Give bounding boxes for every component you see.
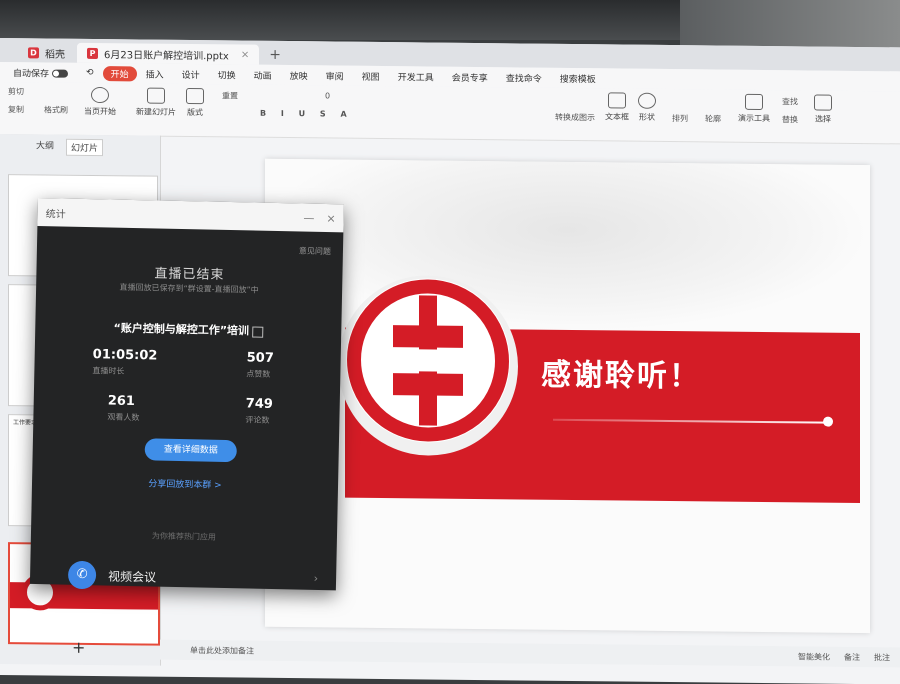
reset-button[interactable]: 重置 — [222, 90, 238, 101]
video-conference-label: 视频会议 — [107, 569, 157, 585]
template-search[interactable]: 搜索模板 — [551, 71, 605, 85]
menu-item-slideshow[interactable]: 放映 — [281, 68, 317, 82]
cursor-icon — [814, 94, 832, 111]
format-painter-button[interactable]: 格式刷 — [44, 104, 68, 115]
dialog-title: 统计 — [45, 208, 66, 221]
stat-value: 261 — [107, 393, 136, 410]
pptx-icon: P — [87, 47, 98, 59]
menu-item-insert[interactable]: 插入 — [137, 67, 173, 80]
stat-likes: 507 点赞数 — [246, 350, 274, 380]
edit-icon[interactable] — [251, 326, 264, 338]
play-icon — [91, 86, 109, 104]
outline-button[interactable]: 轮廓 — [705, 113, 721, 124]
dake-icon: D — [28, 46, 39, 58]
new-slide-button[interactable]: 新建幻灯片 — [136, 87, 176, 117]
font-format-buttons[interactable]: B I U S A — [260, 109, 353, 119]
command-search[interactable]: 查找命令 — [497, 71, 551, 85]
smart-beautify-button[interactable]: 智能美化 — [798, 651, 830, 662]
arrange-button[interactable]: 排列 — [672, 113, 688, 124]
stat-label: 点赞数 — [246, 369, 271, 379]
menu-item-member[interactable]: 会员专享 — [443, 70, 497, 84]
convert-smartart-button[interactable]: 转换成图示 — [555, 112, 595, 123]
shape-icon — [638, 92, 656, 109]
notes-button[interactable]: 备注 — [844, 651, 860, 662]
stat-value: 507 — [246, 350, 274, 366]
video-conference-entry[interactable]: ✆ 视频会议 — [67, 560, 157, 591]
tab-document[interactable]: P 6月23日账户解控培训.pptx × — [77, 42, 260, 65]
thanks-title: 感谢聆听！ — [541, 357, 701, 395]
presentation-tools-button[interactable]: 演示工具 — [738, 93, 770, 124]
view-details-button[interactable]: 查看详细数据 — [144, 438, 237, 463]
slide-canvas[interactable]: 感谢聆听！ — [265, 158, 870, 634]
stat-label: 评论数 — [245, 415, 270, 425]
close-icon[interactable]: × — [241, 49, 249, 60]
autosave-toggle[interactable]: 自动保存 — [4, 66, 77, 80]
status-bar: 单击此处添加备注 智能美化 备注 批注 — [160, 639, 900, 668]
menu-item-view[interactable]: 视图 — [353, 69, 389, 82]
feedback-link[interactable]: 意见问题 — [299, 245, 331, 257]
new-slide-icon — [147, 87, 165, 104]
close-icon[interactable]: × — [326, 212, 335, 225]
stat-comments: 749 评论数 — [245, 396, 273, 426]
course-title: “账户控制与解控工作”培训 — [35, 318, 341, 340]
stat-value: 01:05:02 — [92, 347, 158, 364]
notes-placeholder[interactable]: 单击此处添加备注 — [190, 644, 254, 656]
tab-label: 6月23日账户解控培训.pptx — [104, 49, 229, 62]
tab-slides[interactable]: 幻灯片 — [66, 138, 104, 157]
stat-value: 749 — [245, 396, 274, 412]
add-slide-button[interactable]: + — [72, 638, 85, 657]
menu-item-animation[interactable]: 动画 — [245, 68, 281, 81]
decorative-dot — [823, 416, 833, 427]
shape-button[interactable]: 形状 — [638, 92, 656, 123]
copy-button[interactable]: 复制 — [8, 104, 24, 115]
tab-dake[interactable]: D 稻壳 — [18, 42, 75, 63]
find-button[interactable]: 查找 — [782, 96, 798, 107]
stat-duration: 01:05:02 直播时长 — [92, 347, 157, 377]
menu-item-design[interactable]: 设计 — [173, 67, 209, 80]
presentation-icon — [745, 93, 763, 110]
minimize-icon[interactable]: — — [303, 211, 314, 224]
stat-viewers: 261 观看人数 — [107, 394, 140, 424]
font-size-select[interactable]: 0 — [325, 91, 330, 100]
menu-item-review[interactable]: 审阅 — [317, 69, 353, 82]
comments-button[interactable]: 批注 — [874, 652, 890, 663]
select-button[interactable]: 选择 — [814, 94, 832, 125]
new-tab-button[interactable]: + — [261, 45, 289, 65]
toggle-icon — [52, 69, 69, 78]
live-stats-dialog: 统计 — × 意见问题 直播已结束 直播回放已保存到“群设置-直播回放”中 “账… — [29, 198, 344, 591]
layout-icon — [186, 87, 204, 105]
recommend-tip: 为你推荐热门应用 — [151, 531, 217, 542]
tab-label: 稻壳 — [45, 48, 65, 61]
replace-button[interactable]: 替换 — [782, 114, 798, 125]
play-current-button[interactable]: 当页开始 — [84, 86, 116, 117]
tab-outline[interactable]: 大纲 — [36, 138, 54, 155]
chevron-right-icon[interactable]: › — [314, 572, 319, 585]
share-replay-link[interactable]: 分享回放到本群 > — [32, 474, 338, 493]
text-box-button[interactable]: 文本框 — [605, 92, 629, 122]
menu-item-home[interactable]: 开始 — [102, 65, 137, 81]
menu-item-developer[interactable]: 开发工具 — [389, 70, 443, 84]
text-box-icon — [608, 92, 626, 109]
bank-logo — [338, 275, 518, 456]
stat-label: 直播时长 — [92, 366, 125, 376]
stat-label: 观看人数 — [107, 412, 140, 423]
phone-icon: ✆ — [67, 560, 97, 590]
cut-button[interactable]: 剪切 — [8, 86, 24, 97]
menu-item-file[interactable]: ⟲ — [77, 68, 103, 78]
layout-button[interactable]: 版式 — [186, 87, 204, 118]
menu-item-transition[interactable]: 切换 — [209, 68, 245, 81]
